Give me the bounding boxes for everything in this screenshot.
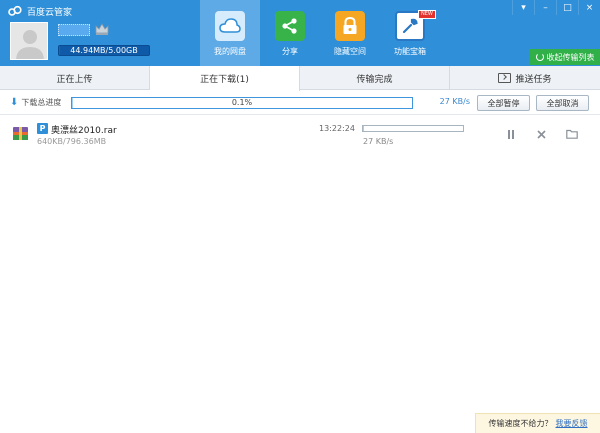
item-speed: 27 KB/s — [363, 137, 394, 146]
username-redacted — [58, 24, 90, 36]
open-folder-button[interactable] — [565, 127, 579, 141]
list-item[interactable]: P 奥漂丝2010.rar 640KB/796.36MB 13:22:24 27… — [0, 117, 600, 151]
lock-icon — [335, 11, 365, 41]
cancel-button[interactable] — [534, 127, 548, 141]
close-icon — [536, 129, 546, 139]
total-progress-label: ⬇ 下载总进度 — [10, 97, 61, 108]
tab-label: 正在下载(1) — [200, 75, 249, 85]
tab-label: 推送任务 — [515, 74, 552, 85]
maximize-button[interactable]: □ — [556, 0, 578, 15]
total-progress-bar: 0.1% — [71, 97, 413, 109]
share-icon — [275, 11, 305, 41]
file-type-badge: P — [37, 123, 48, 134]
total-speed: 27 KB/s — [439, 97, 470, 106]
item-progress-bar — [362, 125, 464, 132]
archive-file-icon — [13, 127, 28, 140]
transfer-tabs: 正在上传 正在下载(1) 传输完成 推送任务 — [0, 66, 600, 91]
nav-item-my-disk[interactable]: 我的网盘 — [200, 0, 260, 66]
collapse-transfer-list-button[interactable]: 收起传输列表 — [530, 49, 600, 65]
refresh-ring-icon — [535, 53, 544, 61]
pause-all-button[interactable]: 全部暂停 — [477, 95, 530, 111]
file-time: 13:22:24 — [319, 124, 355, 133]
new-badge: NEW — [418, 10, 436, 19]
storage-quota-bar: 44.94MB/5.00GB — [58, 45, 150, 56]
push-icon — [498, 73, 512, 83]
pause-icon — [508, 129, 514, 139]
nav-item-hidden-space[interactable]: 隐藏空间 — [320, 0, 380, 66]
minimize-button[interactable]: – — [534, 0, 556, 15]
nav-label: 我的网盘 — [214, 47, 246, 56]
file-name: 奥漂丝2010.rar — [51, 126, 117, 136]
avatar[interactable] — [10, 22, 48, 60]
download-arrow-icon: ⬇ — [10, 97, 19, 108]
feedback-bar: 传输速度不给力？ 我要反馈 — [475, 413, 600, 433]
folder-icon — [566, 129, 578, 139]
storage-quota-text: 44.94MB/5.00GB — [70, 46, 138, 55]
app-title-bar: 百度云管家 — [8, 4, 72, 18]
collapse-label: 收起传输列表 — [546, 52, 595, 62]
total-progress-text: 下载总进度 — [21, 98, 62, 107]
cancel-all-button[interactable]: 全部取消 — [536, 95, 589, 111]
total-progress-row: ⬇ 下载总进度 0.1% 27 KB/s 全部暂停 全部取消 — [0, 91, 600, 115]
item-progress-fill — [363, 126, 364, 131]
total-progress-percent: 0.1% — [231, 98, 253, 107]
nav-label: 功能宝箱 — [394, 47, 426, 56]
tab-downloading[interactable]: 正在下载(1) — [150, 66, 300, 91]
vip-crown-icon[interactable] — [94, 21, 110, 37]
avatar-silhouette-icon — [11, 23, 47, 59]
nav-item-toolbox[interactable]: NEW 功能宝箱 — [380, 0, 440, 66]
feedback-text: 传输速度不给力？ — [488, 419, 553, 428]
tab-push-tasks[interactable]: 推送任务 — [450, 66, 600, 90]
menu-button[interactable]: ▾ — [512, 0, 534, 15]
tab-uploading[interactable]: 正在上传 — [0, 66, 150, 90]
nav-label: 隐藏空间 — [334, 47, 366, 56]
tab-completed[interactable]: 传输完成 — [300, 66, 450, 90]
close-button[interactable]: × — [578, 0, 600, 15]
feedback-link[interactable]: 我要反馈 — [556, 418, 588, 429]
app-title: 百度云管家 — [27, 7, 73, 18]
file-size: 640KB/796.36MB — [37, 137, 107, 146]
window-controls: ▾ – □ × — [512, 0, 600, 15]
cloud-icon — [215, 11, 245, 41]
header: 百度云管家 ▾ – □ × 44.94MB/5.00GB 我的网盘 分享 隐藏空… — [0, 0, 600, 66]
pause-button[interactable] — [504, 127, 518, 141]
tab-label: 正在上传 — [56, 74, 93, 85]
main-nav: 我的网盘 分享 隐藏空间 NEW 功能宝箱 — [200, 0, 440, 66]
nav-label: 分享 — [282, 47, 298, 56]
baidu-cloud-logo-icon — [8, 5, 22, 16]
tab-label: 传输完成 — [356, 74, 393, 85]
nav-item-share[interactable]: 分享 — [260, 0, 320, 66]
